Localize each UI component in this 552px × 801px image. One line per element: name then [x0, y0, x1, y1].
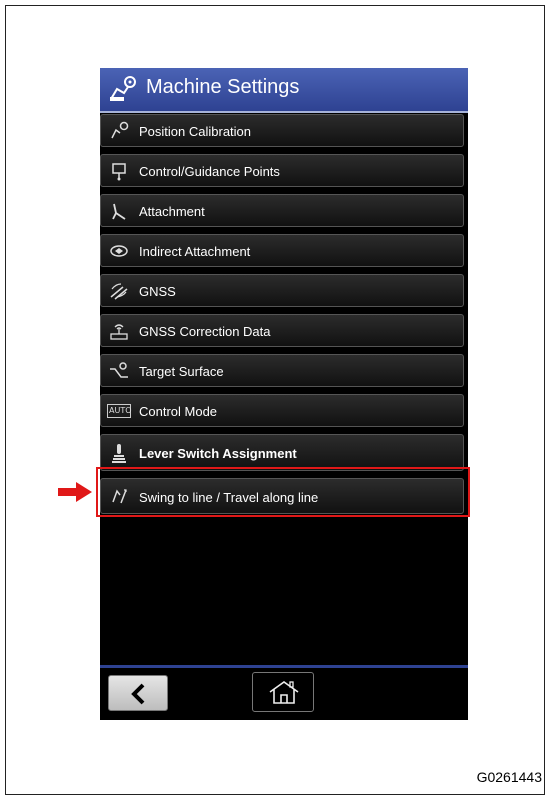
- back-button[interactable]: [108, 675, 168, 711]
- chevron-left-icon: [130, 683, 148, 710]
- attachment-icon: [109, 201, 129, 221]
- menu-item-label: GNSS: [139, 284, 176, 299]
- menu-item-label: Lever Switch Assignment: [139, 446, 297, 461]
- title-bar: Machine Settings: [100, 68, 468, 113]
- menu-item-attachment[interactable]: Attachment: [100, 194, 464, 227]
- gnss-correction-icon: [109, 321, 129, 341]
- menu-item-label: GNSS Correction Data: [139, 324, 271, 339]
- page-title: Machine Settings: [146, 76, 300, 98]
- auto-icon-text: AUTO: [109, 406, 132, 415]
- menu-item-lever-switch-assignment[interactable]: Lever Switch Assignment: [100, 434, 464, 471]
- menu-item-indirect-attachment[interactable]: Indirect Attachment: [100, 234, 464, 267]
- highlight-box: [96, 467, 470, 517]
- menu-item-control-guidance-points[interactable]: Control/Guidance Points: [100, 154, 464, 187]
- menu-item-gnss-correction-data[interactable]: GNSS Correction Data: [100, 314, 464, 347]
- control-points-icon: [109, 161, 129, 181]
- lever-switch-icon: [109, 443, 129, 463]
- menu-item-label: Control/Guidance Points: [139, 164, 280, 179]
- menu-item-target-surface[interactable]: Target Surface: [100, 354, 464, 387]
- menu-item-control-mode[interactable]: AUTO Control Mode: [100, 394, 464, 427]
- menu-item-gnss[interactable]: GNSS: [100, 274, 464, 307]
- menu-item-label: Attachment: [139, 204, 205, 219]
- menu-item-position-calibration[interactable]: Position Calibration: [100, 114, 464, 147]
- device-screen: Machine Settings Position Calibration Co…: [100, 68, 468, 720]
- menu-item-label: Position Calibration: [139, 124, 252, 139]
- home-icon: [267, 679, 301, 710]
- position-calibration-icon: [109, 121, 129, 141]
- target-surface-icon: [109, 361, 129, 381]
- menu-item-label: Target Surface: [139, 364, 224, 379]
- figure-id: G0261443: [476, 769, 542, 785]
- menu-item-label: Control Mode: [139, 404, 218, 419]
- pointer-arrow-icon: [56, 480, 94, 504]
- footer-divider: [100, 665, 468, 668]
- auto-icon: AUTO: [107, 404, 132, 418]
- menu-item-label: Indirect Attachment: [139, 244, 251, 259]
- indirect-attachment-icon: [109, 241, 129, 261]
- gnss-icon: [109, 281, 129, 301]
- machine-settings-icon: [108, 75, 138, 103]
- home-button[interactable]: [252, 672, 314, 712]
